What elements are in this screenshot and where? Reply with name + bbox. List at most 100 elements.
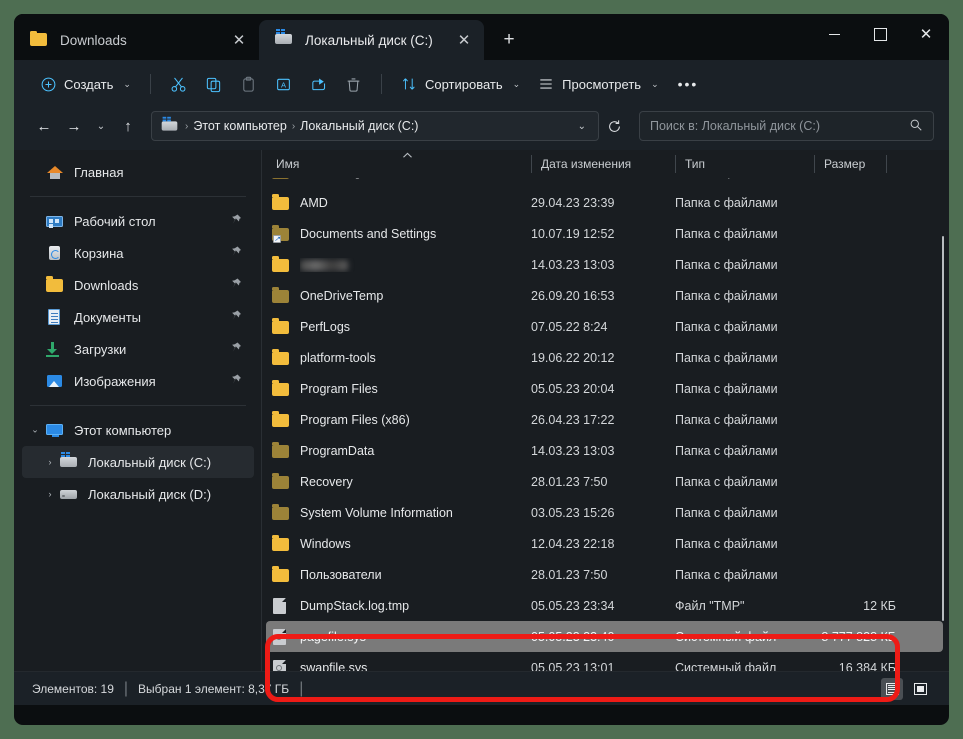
sidebar-item-label: Загрузки [74, 341, 127, 357]
trash-icon [345, 76, 362, 93]
documents-icon [46, 308, 63, 326]
table-row[interactable]: ↗ Documents and Settings 10.07.19 12:52 Пап… [266, 218, 943, 249]
pin-icon[interactable] [230, 374, 242, 389]
chevron-down-icon[interactable]: ⌄ [29, 425, 41, 436]
sidebar-item-this-pc[interactable]: ⌄ Этот компьютер [22, 414, 254, 446]
column-header-name[interactable]: Имя [266, 150, 531, 178]
folder-olive-icon [272, 442, 289, 459]
pin-icon[interactable] [230, 214, 242, 229]
vertical-scrollbar[interactable] [942, 236, 944, 621]
forward-button[interactable]: → [59, 111, 89, 141]
table-row[interactable]: Пользователи 28.01.23 7:50 Папка с файлами [266, 559, 943, 590]
table-row[interactable]: pagefile.sys 05.05.23 23:40 Системный файл… [266, 621, 943, 652]
cut-button[interactable] [161, 68, 196, 100]
search-input-placeholder[interactable]: Поиск в: Локальный диск (C:) [650, 119, 909, 133]
file-name-cell: Documents and Settings [300, 226, 437, 241]
copy-button[interactable] [196, 68, 231, 100]
minimize-button[interactable] [811, 14, 857, 54]
up-button[interactable]: ↑ [113, 111, 143, 141]
tab-downloads[interactable]: Downloads ✕ [14, 20, 259, 60]
pc-icon [46, 422, 63, 439]
chevron-right-icon[interactable]: › [44, 457, 56, 467]
sidebar-item-local-disk-d[interactable]: › Локальный диск (D:) [22, 478, 254, 510]
paste-button[interactable] [231, 68, 266, 100]
new-button[interactable]: Создать ⌄ [32, 68, 140, 100]
search-box[interactable]: Поиск в: Локальный диск (C:) [639, 111, 934, 141]
table-row[interactable]: PerfLogs 07.05.22 8:24 Папка с файлами [266, 311, 943, 342]
new-tab-button[interactable]: + [492, 23, 526, 57]
column-header-type[interactable]: Тип [675, 150, 814, 178]
sidebar-item-label: Документы [74, 309, 142, 325]
table-row[interactable]: platform-tools 19.06.22 20:12 Папка с файл… [266, 342, 943, 373]
more-options-button[interactable]: ••• [668, 76, 709, 92]
pin-icon[interactable] [230, 310, 242, 325]
table-row[interactable]: $WinREAgent12.04.23 16:15Папка с файлами [266, 178, 943, 187]
command-bar: Создать ⌄ A Сортировать ⌄ Просмотреть ⌄ … [14, 60, 949, 108]
sidebar-item-local-disk-c[interactable]: › Локальный диск (C:) [22, 446, 254, 478]
close-window-button[interactable]: ✕ [903, 14, 949, 54]
chevron-down-icon[interactable]: ⌄ [570, 121, 594, 132]
pin-icon[interactable] [230, 342, 242, 357]
file-type-cell: Папка с файлами [675, 288, 778, 303]
breadcrumb-separator: › [185, 120, 189, 132]
file-size-cell: 8 777 828 КБ [821, 629, 896, 644]
status-separator: | [123, 679, 129, 697]
file-type-cell: Папка с файлами [675, 505, 778, 520]
sort-button[interactable]: Сортировать ⌄ [392, 68, 529, 100]
maximize-button[interactable] [857, 14, 903, 54]
sidebar-item-documents[interactable]: Документы [22, 301, 254, 333]
large-icons-view-icon[interactable] [909, 678, 931, 700]
file-type-cell: Папка с файлами [675, 178, 814, 179]
tab-local-disk-c[interactable]: Локальный диск (C:) ✕ [259, 20, 484, 60]
table-row[interactable]: Program Files 05.05.23 20:04 Папка с файла… [266, 373, 943, 404]
table-row[interactable]: Recovery 28.01.23 7:50 Папка с файлами [266, 466, 943, 497]
sidebar-item-desktop[interactable]: Рабочий стол [22, 205, 254, 237]
folder-icon [272, 535, 289, 552]
file-type-cell: Папка с файлами [675, 195, 778, 210]
sort-icon [401, 76, 417, 92]
refresh-button[interactable] [599, 111, 629, 141]
file-size-cell: 12 КБ [863, 598, 896, 613]
breadcrumb-item-this-pc[interactable]: Этот компьютер [190, 119, 289, 133]
table-row[interactable]: OneDriveTemp 26.09.20 16:53 Папка с файлам… [266, 280, 943, 311]
folder-icon [272, 194, 289, 211]
view-button[interactable]: Просмотреть ⌄ [529, 68, 667, 100]
file-name-cell: Program Files [300, 381, 378, 396]
breadcrumb-item-local-disk-c[interactable]: Локальный диск (C:) [297, 119, 421, 133]
table-row[interactable]: ProgramData 14.03.23 13:03 Папка с файлами [266, 435, 943, 466]
table-row[interactable]: swapfile.sys 05.05.23 13:01 Системный файл… [266, 652, 943, 671]
column-header-date[interactable]: Дата изменения [531, 150, 675, 178]
address-bar[interactable]: › Этот компьютер › Локальный диск (C:) ⌄ [151, 111, 599, 141]
sidebar-item-downloads[interactable]: Загрузки [22, 333, 254, 365]
drive-c-icon [275, 29, 293, 49]
chevron-right-icon[interactable]: › [44, 489, 56, 499]
table-row[interactable]: 14.03.23 13:03 Папка с файлами [266, 249, 943, 280]
breadcrumb-separator: › [291, 120, 296, 132]
pin-icon[interactable] [230, 246, 242, 261]
folder-olive-icon [272, 287, 289, 304]
table-row[interactable]: Program Files (x86) 26.04.23 17:22 Папка с… [266, 404, 943, 435]
sidebar-item-pictures[interactable]: Изображения [22, 365, 254, 397]
details-view-icon[interactable] [881, 677, 903, 700]
column-divider [675, 155, 676, 173]
pin-icon[interactable] [230, 278, 242, 293]
sidebar-item-recycle-bin[interactable]: Корзина [22, 237, 254, 269]
column-header-size[interactable]: Размер [814, 150, 886, 178]
table-row[interactable]: Windows 12.04.23 22:18 Папка с файлами [266, 528, 943, 559]
rename-button[interactable]: A [266, 68, 301, 100]
table-row[interactable]: DumpStack.log.tmp 05.05.23 23:34 Файл "TMP… [266, 590, 943, 621]
item-count-label: Элементов: 19 [32, 681, 114, 696]
file-type-cell: Папка с файлами [675, 381, 778, 396]
table-row[interactable]: System Volume Information 03.05.23 15:26 П… [266, 497, 943, 528]
table-row[interactable]: AMD 29.04.23 23:39 Папка с файлами [266, 187, 943, 218]
folder-icon [272, 411, 289, 428]
delete-button[interactable] [336, 68, 371, 100]
close-icon[interactable]: ✕ [225, 26, 253, 54]
sidebar-item-downloads-folder[interactable]: Downloads [22, 269, 254, 301]
recent-locations-button[interactable]: ⌄ [89, 111, 113, 141]
close-icon[interactable]: ✕ [450, 26, 478, 54]
share-button[interactable] [301, 68, 336, 100]
back-button[interactable]: ← [29, 111, 59, 141]
chevron-down-icon: ⌄ [651, 78, 659, 89]
sidebar-item-home[interactable]: Главная [22, 156, 254, 188]
